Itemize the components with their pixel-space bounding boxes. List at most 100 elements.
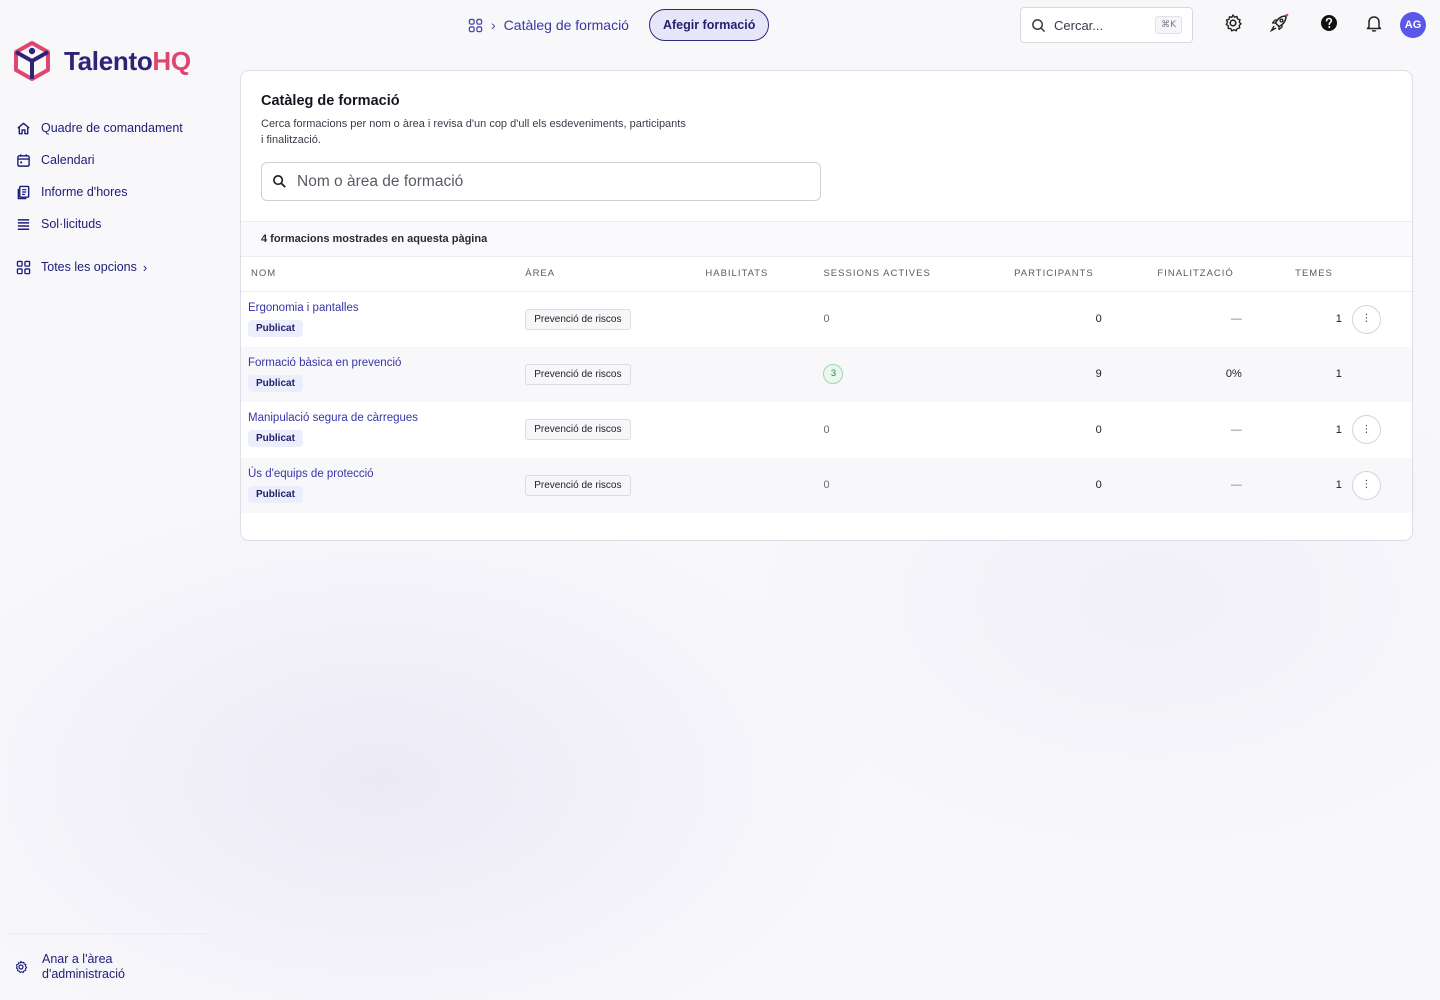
page-title: Catàleg de formació — [261, 93, 400, 109]
cell-name: Ergonomia i pantalles Publicat — [241, 291, 525, 347]
completion-value: — — [1230, 479, 1242, 492]
cell-name: Formació bàsica en prevenció Publicat — [241, 346, 526, 402]
card-header: Catàleg de formació Cerca formacions per… — [241, 71, 1412, 221]
page-description: Cerca formacions per nom o àrea i revisa… — [261, 118, 686, 146]
apps-grid-icon[interactable] — [468, 18, 483, 33]
cell-participants: 0 — [1095, 423, 1102, 436]
sidebar-item-label: Sol·licituds — [41, 217, 102, 231]
cell-actions — [1351, 346, 1412, 402]
list-icon — [17, 218, 30, 230]
sidebar-item-label: Totes les opcions — [41, 260, 137, 274]
training-catalog-card: Catàleg de formació Cerca formacions per… — [240, 70, 1413, 541]
cell-skills — [705, 291, 823, 347]
logo-cube-icon — [14, 41, 50, 81]
avatar[interactable]: AG — [1400, 12, 1426, 38]
training-name-link[interactable]: Formació bàsica en prevenció — [248, 357, 525, 369]
status-badge: Publicat — [248, 485, 303, 503]
breadcrumb-current[interactable]: Catàleg de formació — [504, 17, 629, 33]
row-menu-button[interactable]: ⋮ — [1351, 415, 1381, 445]
notifications-button[interactable] — [1363, 12, 1385, 34]
cell-skills — [705, 402, 823, 458]
sidebar-item-calendar[interactable]: Calendari — [16, 144, 216, 176]
cell-topics: 1 — [1251, 457, 1352, 513]
cell-area: Prevenció de riscos — [525, 291, 705, 347]
cell-completion: — — [1112, 291, 1252, 347]
global-search[interactable]: ⌘K — [1020, 7, 1193, 43]
status-badge: Publicat — [248, 374, 303, 392]
training-name-link[interactable]: Ús d'equips de protecció — [248, 468, 525, 480]
calendar-icon — [17, 153, 30, 167]
cell-topics: 1 — [1335, 313, 1342, 325]
area-tag: Prevenció de riscos — [525, 363, 631, 385]
column-header-participants[interactable]: PARTICIPANTS — [951, 257, 1112, 292]
admin-area-link[interactable]: Anar a l'àrea d'administració — [8, 933, 208, 982]
row-menu-button[interactable]: ⋮ — [1351, 304, 1381, 334]
cell-area: Prevenció de riscos — [525, 457, 706, 513]
sessions-value: 0 — [823, 479, 830, 492]
completion-value: 0% — [1225, 368, 1242, 381]
training-name-link[interactable]: Manipulació segura de càrregues — [248, 412, 525, 424]
results-count: 4 formacions mostrades en aquesta pàgina — [241, 221, 1412, 257]
logo-text-main: Talento — [64, 45, 153, 76]
completion-value: — — [1230, 423, 1242, 436]
area-tag: Prevenció de riscos — [525, 308, 631, 330]
help-button[interactable] — [1318, 12, 1340, 34]
chevron-right-icon: › — [142, 259, 148, 275]
cell-skills — [705, 346, 824, 402]
cell-completion: — — [1111, 457, 1252, 513]
column-header-area[interactable]: ÀREA — [525, 257, 706, 292]
shortcut-hint: ⌘K — [1155, 16, 1182, 34]
help-icon — [1321, 15, 1337, 31]
status-badge: Publicat — [248, 319, 303, 337]
sidebar-item-all-options[interactable]: Totes les opcions › — [16, 251, 216, 283]
gear-icon — [15, 960, 28, 974]
active-sessions-badge: 3 — [823, 364, 844, 385]
column-header-completion[interactable]: FINALITZACIÓ — [1111, 257, 1252, 292]
cell-sessions: 0 — [823, 402, 951, 458]
cell-name: Manipulació segura de càrregues Publicat — [241, 402, 525, 458]
cell-sessions: 3 — [823, 346, 952, 402]
add-training-button[interactable]: Afegir formació — [648, 9, 770, 41]
status-badge: Publicat — [248, 430, 303, 448]
sidebar-item-label: Quadre de comandament — [41, 121, 183, 135]
table-row: Ús d'equips de protecció Publicat Prevenc… — [241, 457, 1412, 513]
column-header-topics[interactable]: TEMES — [1251, 257, 1352, 292]
bell-icon — [1366, 16, 1382, 32]
cell-actions: ⋮ — [1351, 457, 1412, 513]
global-search-input[interactable] — [1054, 17, 1144, 33]
more-vertical-icon: ⋮ — [1361, 423, 1372, 435]
cell-sessions: 0 — [823, 291, 951, 347]
column-header-name[interactable]: NOM — [241, 257, 526, 292]
cell-sessions: 0 — [823, 457, 952, 513]
cell-actions: ⋮ — [1351, 402, 1412, 458]
logo-text-accent: HQ — [152, 45, 191, 76]
column-header-skills[interactable]: HABILITATS — [705, 257, 824, 292]
column-header-active-sessions[interactable]: SESSIONS ACTIVES — [823, 257, 952, 292]
cell-skills — [705, 457, 824, 513]
sessions-value: 0 — [823, 423, 830, 436]
settings-button[interactable] — [1222, 12, 1244, 34]
sessions-value: 0 — [823, 313, 830, 325]
sidebar-item-requests[interactable]: Sol·licituds — [16, 208, 216, 240]
chevron-right-icon: › — [491, 17, 496, 33]
cell-area: Prevenció de riscos — [525, 346, 706, 402]
column-header-actions — [1351, 257, 1412, 292]
training-search[interactable] — [261, 162, 821, 201]
cell-actions: ⋮ — [1351, 291, 1412, 347]
training-search-input[interactable] — [297, 172, 777, 191]
sidebar-item-label: Calendari — [41, 153, 95, 167]
rocket-icon — [1269, 13, 1289, 33]
cell-topics: 1 — [1251, 346, 1352, 402]
row-menu-button[interactable]: ⋮ — [1351, 470, 1381, 500]
logo[interactable]: TalentoHQ — [12, 40, 191, 82]
completion-value: — — [1230, 313, 1242, 325]
cell-participants: 0 — [951, 457, 1112, 513]
sidebar-item-dashboard[interactable]: Quadre de comandament — [16, 112, 216, 144]
sidebar-item-hours-report[interactable]: Informe d'hores — [16, 176, 216, 208]
sidebar-item-label: Informe d'hores — [41, 185, 128, 199]
gear-icon — [1225, 14, 1242, 32]
area-tag: Prevenció de riscos — [525, 419, 631, 441]
launch-button[interactable] — [1268, 12, 1290, 34]
training-name-link[interactable]: Ergonomia i pantalles — [248, 302, 525, 314]
home-icon — [17, 122, 30, 134]
